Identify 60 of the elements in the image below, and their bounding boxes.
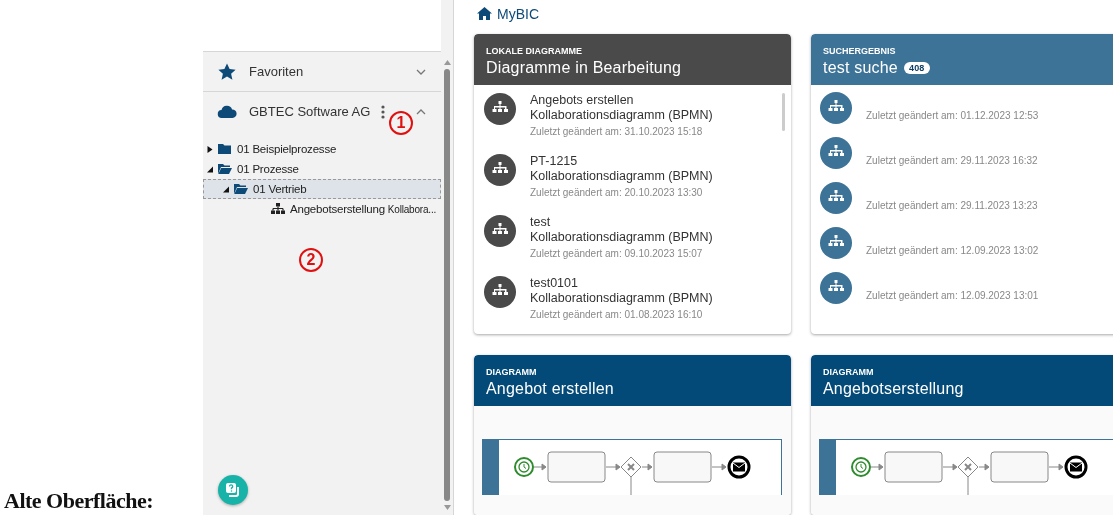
modified-date: Zuletzt geändert am: 29.11.2023 16:32 [866,153,1038,167]
breadcrumb-link[interactable]: MyBIC [497,5,539,22]
tree-folder[interactable]: 01 Vertrieb [203,179,441,199]
section-label[interactable]: GBTEC Software AG [249,104,381,119]
diagram-type: Kollaborationsdiagramm (BPMN) [530,108,713,123]
diagram-avatar-icon [484,93,516,125]
diagram-name[interactable]: Angebots erstellen [530,93,713,108]
diagram-avatar-icon [484,154,516,186]
list-scrollbar[interactable] [782,93,785,131]
card-overline: DIAGRAMM [823,367,875,377]
diagram-avatar-icon [820,137,852,169]
diagram-type: Kollabora... [387,203,437,215]
modified-date: Zuletzt geändert am: 20.10.2023 13:30 [530,186,704,199]
diagram-type: Kollaborationsdiagramm (BPMN) [530,291,713,306]
org-chart-icon [271,203,285,215]
scroll-down-icon[interactable] [443,505,451,510]
card-overline: SUCHERGEBNIS [823,46,897,56]
annotation-marker: 2 [299,248,323,272]
card-title: Angebot erstellen [486,380,614,398]
more-icon[interactable] [381,104,385,119]
modified-date: Zuletzt geändert am: 29.11.2023 13:23 [866,198,1038,212]
count-badge: 408 [903,62,930,74]
tree-folder[interactable]: 01 Beispielprozesse [203,139,441,159]
scroll-up-icon[interactable] [443,60,451,65]
modified-date: Zuletzt geändert am: 01.12.2023 12:53 [866,108,1039,122]
help-button[interactable] [218,475,248,505]
diagram-type: Kollaborationsdiagramm (BPMN) [530,230,713,245]
card-title: Angebotserstellung [823,380,964,398]
diagram-name[interactable]: PT-1215 [530,154,713,169]
card-title: Diagramme in Bearbeitung [486,59,682,77]
open-folder-icon [234,183,248,195]
diagram-type: Kollaborationsdiagramm (BPMN) [530,169,713,184]
diagram-name[interactable]: test [530,215,713,230]
tree-item[interactable]: Angebotserstellung Kollabora... [203,199,441,219]
collapse-triangle-icon[interactable] [223,185,229,193]
folder-icon [218,143,232,155]
open-folder-icon [218,163,232,175]
diagram-avatar-icon [484,215,516,247]
help-icon [224,481,242,499]
tree-folder[interactable]: 01 Prozesse [203,159,441,179]
modified-date: Zuletzt geändert am: 01.08.2023 16:10 [530,308,704,321]
diagram-avatar-icon [820,182,852,214]
annotation-marker: 1 [389,111,413,135]
modified-date: Zuletzt geändert am: 31.10.2023 15:18 [530,125,704,138]
card-title: test suche [823,59,898,77]
caption-heading: Alte Oberfläche: [3,488,153,515]
diagram-avatar-icon [484,276,516,308]
expand-triangle-icon[interactable] [207,145,213,153]
modified-date: Zuletzt geändert am: 12.09.2023 13:01 [866,288,1039,302]
diagram-avatar-icon [820,92,852,124]
card-overline: LOKALE DIAGRAMME [486,46,583,56]
card-overline: DIAGRAMM [486,367,538,377]
home-icon[interactable] [477,7,492,20]
collapse-triangle-icon[interactable] [207,165,213,173]
section-label[interactable]: Favoriten [249,64,415,79]
diagram-avatar-icon [820,227,852,259]
diagram-name[interactable]: test0101 [530,276,713,291]
modified-date: Zuletzt geändert am: 12.09.2023 13:02 [866,243,1039,257]
diagram-avatar-icon [820,272,852,304]
modified-date: Zuletzt geändert am: 09.10.2023 15:07 [530,247,704,260]
